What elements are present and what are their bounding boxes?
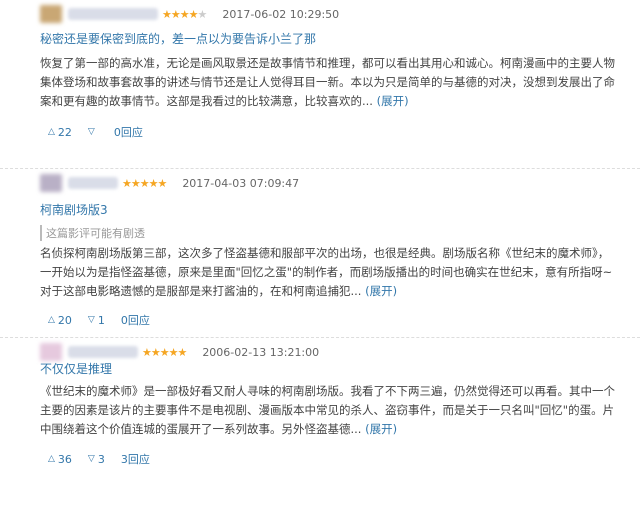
upvote-count: 22 [57, 125, 72, 139]
expand-link[interactable]: (展开) [365, 284, 397, 298]
review-item: ★★★★★ 2017-06-02 10:29:50 秘密还是要保密到底的，差一点… [0, 0, 640, 169]
upvote-count: 36 [57, 452, 72, 466]
review-body: 名侦探柯南剧场版第三部，这次多了怪盗基德和服部平次的出场，也很是经典。剧场版名称… [40, 246, 613, 298]
review-title[interactable]: 不仅仅是推理 [40, 360, 112, 377]
review-item: ★★★★★ 2006-02-13 13:21:00 不仅仅是推理 《世纪末的魔术… [0, 338, 640, 507]
downvote-button[interactable]: ▽ [84, 123, 102, 141]
rating-stars: ★★★★★ [122, 176, 167, 190]
spoiler-notice: 这篇影评可能有剧透 [40, 225, 145, 241]
expand-link[interactable]: (展开) [377, 94, 409, 108]
review-title[interactable]: 柯南剧场版3 [40, 201, 108, 218]
upvote-button[interactable]: △ 22 [44, 123, 76, 141]
review-body: 《世纪末的魔术师》是一部极好看又耐人寻味的柯南剧场版。我看了不下两三遍，仍然觉得… [40, 384, 615, 436]
review-header: ★★★★★ 2017-04-03 07:09:47 [40, 173, 630, 193]
upvote-icon: △ [48, 454, 55, 464]
review-body: 恢复了第一部的高水准，无论是画风取景还是故事情节和推理，都可以看出其用心和诚心。… [40, 56, 615, 108]
review-date: 2006-02-13 13:21:00 [202, 345, 320, 359]
upvote-icon: △ [48, 127, 55, 137]
avatar[interactable] [40, 5, 62, 23]
review-item: ★★★★★ 2017-04-03 07:09:47 柯南剧场版3 这篇影评可能有… [0, 169, 640, 338]
downvote-count: 3 [97, 452, 105, 466]
upvote-button[interactable]: △ 36 [44, 450, 76, 468]
downvote-icon: ▽ [87, 127, 95, 137]
review-actions: △ 22 ▽ 0回应 [44, 123, 143, 141]
downvote-count: 1 [97, 313, 105, 327]
rating-stars: ★★★★★ [142, 345, 187, 359]
review-title[interactable]: 秘密还是要保密到底的，差一点以为要告诉小兰了那 [40, 30, 316, 47]
author-name-blurred[interactable] [68, 346, 138, 358]
reply-link[interactable]: 0回应 [121, 312, 150, 328]
rating-stars: ★★★★★ [162, 7, 207, 21]
author-name-blurred[interactable] [68, 8, 158, 20]
review-header: ★★★★★ 2006-02-13 13:21:00 [40, 342, 630, 362]
upvote-icon: △ [48, 315, 55, 325]
review-header: ★★★★★ 2017-06-02 10:29:50 [40, 4, 630, 24]
upvote-count: 20 [57, 313, 72, 327]
review-actions: △ 20 ▽ 1 0回应 [44, 311, 150, 329]
expand-link[interactable]: (展开) [365, 422, 397, 436]
review-list: ★★★★★ 2017-06-02 10:29:50 秘密还是要保密到底的，差一点… [0, 0, 640, 507]
downvote-button[interactable]: ▽ 3 [84, 450, 109, 468]
author-name-blurred[interactable] [68, 177, 118, 189]
upvote-button[interactable]: △ 20 [44, 311, 76, 329]
review-actions: △ 36 ▽ 3 3回应 [44, 450, 150, 468]
review-date: 2017-04-03 07:09:47 [182, 176, 300, 190]
downvote-icon: ▽ [87, 454, 95, 464]
reply-link[interactable]: 0回应 [114, 124, 143, 140]
downvote-button[interactable]: ▽ 1 [84, 311, 109, 329]
downvote-icon: ▽ [87, 315, 95, 325]
avatar[interactable] [40, 174, 62, 192]
review-date: 2017-06-02 10:29:50 [222, 7, 340, 21]
avatar[interactable] [40, 343, 62, 361]
reply-link[interactable]: 3回应 [121, 451, 150, 467]
